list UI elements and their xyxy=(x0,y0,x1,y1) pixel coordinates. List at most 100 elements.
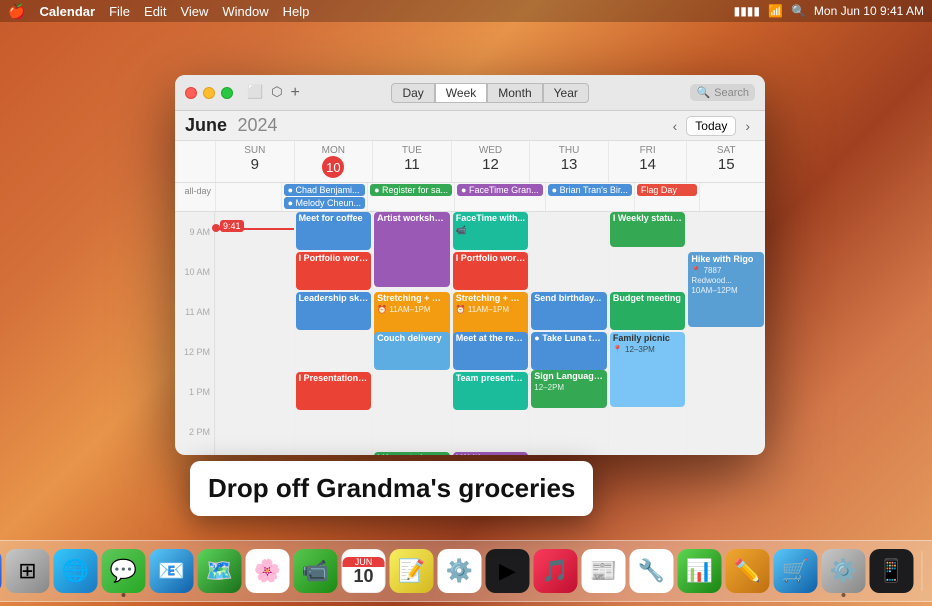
event-presentation-p[interactable]: I Presentation p... xyxy=(296,372,372,410)
cell-wed-12[interactable]: Meet at the res... xyxy=(451,332,530,372)
time-grid-wrapper[interactable]: 9 AM 9:41 Meet for coffee Artist worksho… xyxy=(175,212,765,455)
today-button[interactable]: Today xyxy=(686,116,736,136)
view-day-button[interactable]: Day xyxy=(391,83,434,103)
cell-wed-9[interactable]: FaceTime with... 📹 xyxy=(451,212,530,252)
event-meet-res[interactable]: Meet at the res... xyxy=(453,332,529,370)
next-week-button[interactable]: › xyxy=(740,116,755,136)
event-brian-bday[interactable]: ● Brian Tran's Bir... xyxy=(548,184,632,196)
add-event-button[interactable]: + xyxy=(291,84,300,102)
event-chad-benjamin[interactable]: ● Chad Benjami... xyxy=(284,184,365,196)
view-year-button[interactable]: Year xyxy=(543,83,589,103)
dock-launchpad[interactable]: ⊞ xyxy=(6,549,50,593)
cell-sat-10[interactable]: Hike with Rigo 📍 7887 Redwood... 10AM–12… xyxy=(686,252,765,292)
dock-news[interactable]: 📰 xyxy=(582,549,626,593)
fullscreen-button[interactable] xyxy=(221,87,233,99)
cell-fri-3[interactable] xyxy=(608,452,687,455)
share-icon[interactable]: ⬡ xyxy=(271,84,282,102)
cell-sat-1[interactable] xyxy=(686,372,765,412)
cell-thu-2[interactable] xyxy=(529,412,608,452)
cell-sun-12[interactable] xyxy=(215,332,294,372)
dock-pages[interactable]: ✏️ xyxy=(726,549,770,593)
cell-sun-2[interactable] xyxy=(215,412,294,452)
dock-facetime[interactable]: 📹 xyxy=(294,549,338,593)
menu-view[interactable]: View xyxy=(180,4,208,19)
cell-mon-12[interactable] xyxy=(294,332,373,372)
cell-tue-1[interactable] xyxy=(372,372,451,412)
dock-reminders[interactable]: ⚙️ xyxy=(438,549,482,593)
minimize-button[interactable] xyxy=(203,87,215,99)
cell-tue-3[interactable]: I Keynote by Ja... xyxy=(372,452,451,455)
dock-freeform[interactable]: 🔧 xyxy=(630,549,674,593)
cell-tue-11[interactable]: Stretching + weights ⏰ 11AM–1PM xyxy=(372,292,451,332)
menu-calendar[interactable]: Calendar xyxy=(39,4,95,19)
event-writing-session[interactable]: I Writing sessio... xyxy=(453,452,529,455)
event-couch-delivery[interactable]: Couch delivery xyxy=(374,332,450,370)
cell-mon-10[interactable]: I Portfolio work... xyxy=(294,252,373,292)
dock-photos[interactable]: 🌸 xyxy=(246,549,290,593)
cell-tue-12[interactable]: Couch delivery xyxy=(372,332,451,372)
event-take-luna[interactable]: ● Take Luna to th... xyxy=(531,332,607,370)
event-portfolio-work-wed[interactable]: I Portfolio work... xyxy=(453,252,529,290)
event-budget-meeting[interactable]: Budget meeting xyxy=(610,292,686,330)
cell-thu-3[interactable] xyxy=(529,452,608,455)
cell-wed-3[interactable]: I Writing sessio... xyxy=(451,452,530,455)
dock-numbers[interactable]: 📊 xyxy=(678,549,722,593)
cell-sun-1[interactable] xyxy=(215,372,294,412)
cell-sun-10[interactable] xyxy=(215,252,294,292)
cell-mon-1[interactable]: I Presentation p... xyxy=(294,372,373,412)
dock-notes[interactable]: 📝 xyxy=(390,549,434,593)
cell-mon-9[interactable]: Meet for coffee xyxy=(294,212,373,252)
dock-safari[interactable]: 🌐 xyxy=(54,549,98,593)
dock-appstore[interactable]: 🛒 xyxy=(774,549,818,593)
event-melody-cheun[interactable]: ● Melody Cheun... xyxy=(284,197,365,209)
menu-file[interactable]: File xyxy=(109,4,130,19)
cell-sun-11[interactable] xyxy=(215,292,294,332)
cell-fri-2[interactable] xyxy=(608,412,687,452)
event-portfolio-work-mon[interactable]: I Portfolio work... xyxy=(296,252,372,290)
view-month-button[interactable]: Month xyxy=(487,83,542,103)
cell-fri-12[interactable]: Family picnic 📍 12–3PM xyxy=(608,332,687,372)
cell-mon-11[interactable]: Leadership ski... xyxy=(294,292,373,332)
cell-tue-2[interactable] xyxy=(372,412,451,452)
cell-wed-10[interactable]: I Portfolio work... xyxy=(451,252,530,292)
cell-wed-1[interactable]: Team presenta... xyxy=(451,372,530,412)
cell-mon-2[interactable] xyxy=(294,412,373,452)
event-weekly-status[interactable]: I Weekly status ... xyxy=(610,212,686,247)
dock-mail[interactable]: 📧 xyxy=(150,549,194,593)
cell-thu-11[interactable]: Send birthday... xyxy=(529,292,608,332)
event-sign-language[interactable]: Sign Language Club 12–2PM xyxy=(531,370,607,408)
event-flag-day[interactable]: Flag Day xyxy=(637,184,698,196)
cell-sat-3[interactable] xyxy=(686,452,765,455)
dock-sysprefs[interactable]: ⚙️ xyxy=(822,549,866,593)
event-team-presenta[interactable]: Team presenta... xyxy=(453,372,529,410)
menu-help[interactable]: Help xyxy=(283,4,310,19)
event-send-birthday[interactable]: Send birthday... xyxy=(531,292,607,330)
dock-messages[interactable]: 💬 xyxy=(102,549,146,593)
close-button[interactable] xyxy=(185,87,197,99)
dock-finder[interactable]: 🔵 xyxy=(0,549,2,593)
search-box[interactable]: 🔍 Search xyxy=(690,84,755,101)
cell-sat-12[interactable] xyxy=(686,332,765,372)
event-leadership-skill[interactable]: Leadership ski... xyxy=(296,292,372,330)
event-family-picnic[interactable]: Family picnic 📍 12–3PM xyxy=(610,332,686,407)
event-facetime-gran[interactable]: ● FaceTime Gran... xyxy=(457,184,543,196)
dock-tv[interactable]: ▶ xyxy=(486,549,530,593)
cell-sat-9[interactable] xyxy=(686,212,765,252)
cell-tue-9[interactable]: Artist worksho... xyxy=(372,212,451,252)
sidebar-toggle-icon[interactable]: ⬜ xyxy=(247,84,263,102)
event-keynote[interactable]: I Keynote by Ja... xyxy=(374,452,450,455)
cell-wed-2[interactable] xyxy=(451,412,530,452)
cell-mon-3[interactable] xyxy=(294,452,373,455)
event-hike-rigo[interactable]: Hike with Rigo 📍 7887 Redwood... 10AM–12… xyxy=(688,252,764,327)
event-meet-coffee[interactable]: Meet for coffee xyxy=(296,212,372,250)
event-artist-workshop[interactable]: Artist worksho... xyxy=(374,212,450,287)
menu-edit[interactable]: Edit xyxy=(144,4,166,19)
cell-fri-11[interactable]: Budget meeting xyxy=(608,292,687,332)
dock-maps[interactable]: 🗺️ xyxy=(198,549,242,593)
cell-sat-2[interactable] xyxy=(686,412,765,452)
dock-iphone[interactable]: 📱 xyxy=(870,549,914,593)
event-register[interactable]: ● Register for sa... xyxy=(370,184,452,196)
menu-window[interactable]: Window xyxy=(222,4,268,19)
cell-sun-3[interactable] xyxy=(215,452,294,455)
cell-thu-12[interactable]: ● Take Luna to th... Sign Language Club … xyxy=(529,332,608,372)
